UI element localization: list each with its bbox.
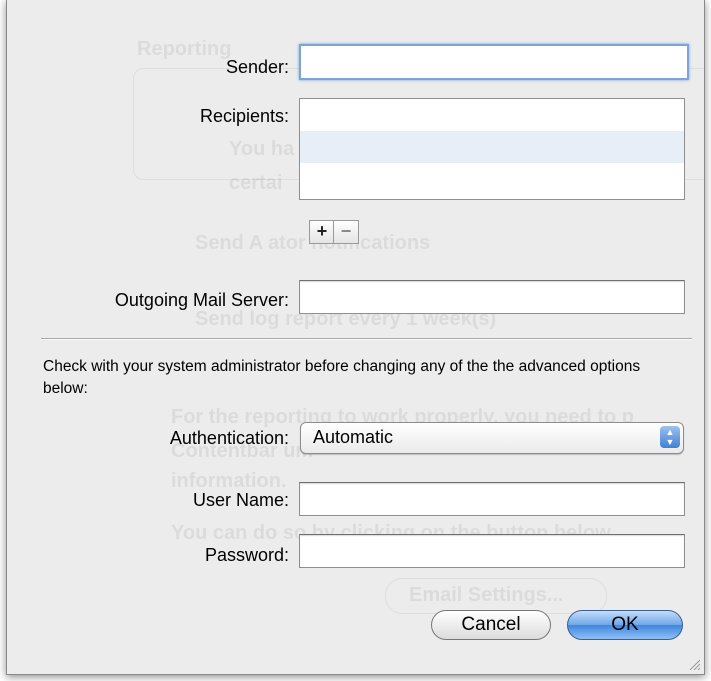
outgoing-server-label: Outgoing Mail Server: — [114, 290, 289, 310]
resize-grip-icon[interactable] — [688, 658, 700, 670]
outgoing-server-input[interactable] — [300, 281, 684, 313]
mail-settings-sheet: Reporting You ha certai Send A ator noti… — [6, 0, 705, 675]
sender-field-wrap — [299, 44, 689, 80]
sender-label: Sender: — [225, 57, 289, 77]
advanced-options-note: Check with your system administrator bef… — [43, 358, 641, 397]
recipients-list[interactable] — [299, 98, 685, 200]
username-field-wrap — [299, 482, 685, 516]
password-input[interactable] — [300, 535, 684, 567]
background-email-button-label: Email Settings... — [409, 584, 564, 606]
username-label: User Name: — [192, 490, 289, 510]
background-heading: Reporting — [137, 38, 232, 60]
outgoing-server-field-wrap — [299, 280, 685, 314]
sender-input[interactable] — [301, 46, 687, 78]
authentication-value: Automatic — [313, 427, 394, 447]
cancel-button[interactable]: Cancel — [431, 610, 551, 640]
up-down-arrows-icon: ▲ ▼ — [660, 426, 680, 448]
background-text-2: certai — [229, 172, 283, 194]
recipients-list-row[interactable] — [300, 99, 684, 131]
remove-recipient-button[interactable]: − — [333, 220, 359, 244]
ok-button[interactable]: OK — [567, 610, 683, 640]
background-text-1: You ha — [229, 138, 295, 160]
authentication-popup[interactable]: Automatic ▲ ▼ — [300, 422, 684, 454]
authentication-label: Authentication: — [169, 428, 289, 448]
password-label: Password: — [204, 545, 289, 565]
recipients-label: Recipients: — [199, 106, 289, 126]
recipients-list-row[interactable] — [300, 131, 684, 163]
username-input[interactable] — [300, 483, 684, 515]
password-field-wrap — [299, 534, 685, 568]
section-divider — [41, 338, 692, 340]
recipients-list-row[interactable] — [300, 163, 684, 195]
add-recipient-button[interactable]: + — [309, 220, 335, 244]
